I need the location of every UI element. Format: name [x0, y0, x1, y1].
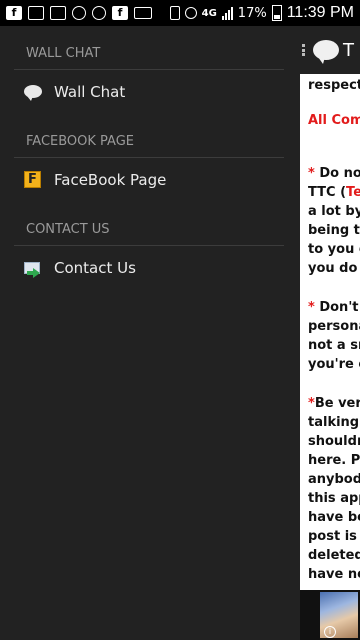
nfc-icon — [184, 7, 197, 19]
system-indicators: 4G 17% 11:39 PM — [169, 0, 354, 26]
mail-arrow-icon — [24, 259, 44, 278]
rule-paragraph-3: *Be ver talking shouldn here. Pl anybod … — [308, 396, 360, 582]
battery-icon — [271, 5, 282, 21]
content-heading: All Com — [308, 113, 360, 128]
facebook-icon: f — [6, 6, 22, 20]
star-marker: * — [308, 166, 315, 181]
network-type: 4G — [201, 7, 217, 19]
nav-item-label: Wall Chat — [54, 83, 126, 101]
shield-icon — [72, 6, 86, 20]
app-logo-icon — [313, 40, 339, 64]
rule-paragraph-1: * Do no TTC (Te a lot by being ta to you… — [308, 164, 360, 278]
signal-icon — [221, 6, 233, 20]
clock: 11:39 PM — [286, 4, 354, 21]
status-bar: f f 4G 17% 11:39 PM — [0, 0, 360, 26]
app-title: T — [343, 39, 354, 61]
image-icon — [28, 6, 44, 20]
drawer-indicator-icon — [302, 44, 305, 56]
chat-bubble-icon — [24, 83, 44, 101]
nav-item-contact-us[interactable]: Contact Us — [0, 246, 300, 290]
highlight-text: Te — [346, 185, 360, 200]
nav-item-label: Contact Us — [54, 259, 136, 277]
nav-item-wall-chat[interactable]: Wall Chat — [0, 70, 300, 114]
star-marker: * — [308, 396, 315, 411]
section-header-wall-chat: WALL CHAT — [14, 26, 284, 70]
usb-icon — [92, 6, 106, 20]
battery-percent: 17% — [237, 5, 267, 21]
nav-item-facebook-page[interactable]: F FaceBook Page — [0, 158, 300, 202]
facebook-page-icon: F — [24, 171, 44, 189]
navigation-drawer: WALL CHAT Wall Chat FACEBOOK PAGE F Face… — [0, 26, 300, 640]
facebook-icon: f — [112, 6, 128, 20]
notification-icons: f f — [0, 6, 152, 20]
section-header-facebook-page: FACEBOOK PAGE — [14, 114, 284, 158]
camera-icon — [50, 6, 66, 20]
main-action-bar[interactable]: T — [300, 26, 360, 74]
ad-banner[interactable]: i — [300, 590, 360, 640]
rule-paragraph-2: * Don't persona not a sm you're c — [308, 300, 360, 372]
nav-item-label: FaceBook Page — [54, 171, 167, 189]
star-marker: * — [308, 300, 315, 315]
content-line: respect — [308, 78, 360, 93]
message-icon — [134, 7, 152, 19]
vibrate-icon — [169, 6, 180, 20]
section-header-contact-us: CONTACT US — [14, 202, 284, 246]
info-icon[interactable]: i — [324, 626, 336, 638]
rules-content[interactable]: respect All Com * Do no TTC (Te a lot by… — [300, 74, 360, 590]
